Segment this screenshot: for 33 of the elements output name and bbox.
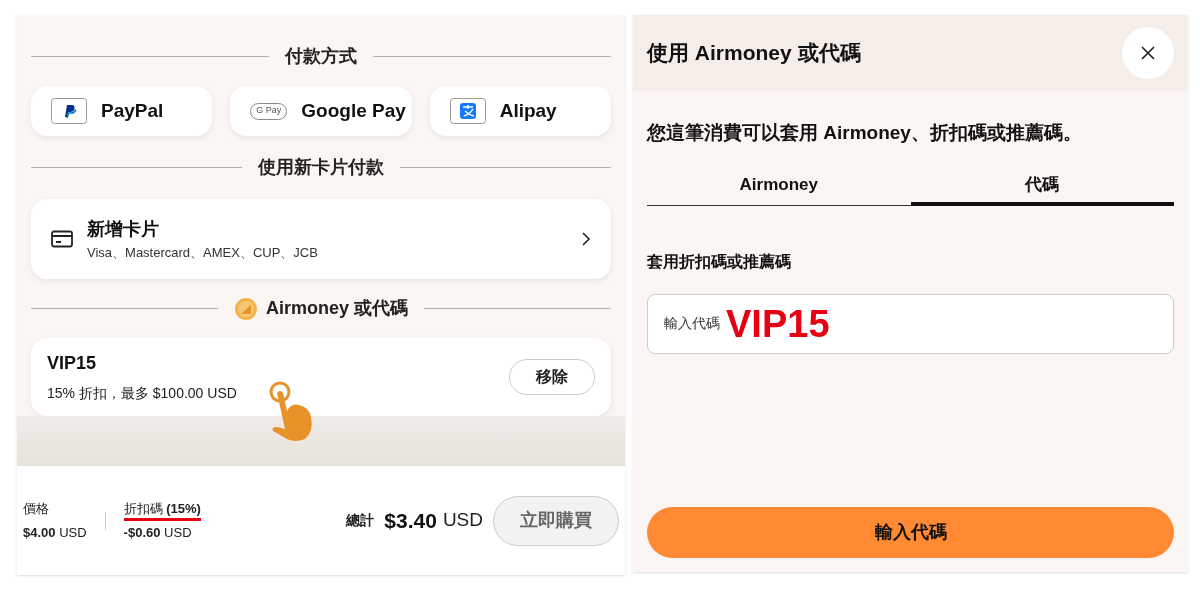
wallet-button[interactable]: G Pay Google Pay <box>230 86 412 136</box>
credit-card-icon <box>51 230 73 248</box>
add-card-button[interactable]: 新增卡片 Visa、Mastercard、AMEX、CUP、JCB <box>31 199 611 279</box>
wallet-button[interactable]: Alipay <box>429 86 611 136</box>
submit-code-button[interactable]: 輸入代碼 <box>647 507 1174 558</box>
summary-label: 價格 <box>23 499 50 518</box>
chevron-right-icon <box>581 232 591 246</box>
wallet-button[interactable]: PayPal <box>31 86 213 136</box>
close-icon <box>1141 46 1155 60</box>
dialog-title: 使用 Airmoney 或代碼 <box>647 40 861 67</box>
section-heading: 使用新卡片付款 <box>258 156 384 179</box>
summary-label: 折扣碼 (15%) <box>123 498 201 521</box>
dialog-intro: 您這筆消費可以套用 Airmoney、折扣碼或推薦碼。 <box>647 121 1083 145</box>
remove-button[interactable]: 移除 <box>509 359 595 395</box>
section-heading: Airmoney 或代碼 <box>266 297 408 320</box>
field-heading: 套用折扣碼或推薦碼 <box>647 251 792 272</box>
card-title: 新增卡片 <box>87 217 160 241</box>
total-currency: USD <box>442 508 483 533</box>
google-pay-logo: G Pay <box>250 102 288 120</box>
summary-amount: -$0.60 USD <box>123 524 193 542</box>
coin-icon <box>234 296 258 321</box>
total-label: 總計 <box>346 511 375 530</box>
total-amount: $3.40 <box>384 507 437 534</box>
summary-amount: $4.00 USD <box>23 524 87 542</box>
card-types: Visa、Mastercard、AMEX、CUP、JCB <box>87 243 319 262</box>
paypal-logo-icon <box>51 98 87 124</box>
close-button[interactable] <box>1122 27 1174 79</box>
code-description: 15% 折扣，最多 $100.00 USD <box>47 384 238 403</box>
code-title: VIP15 <box>47 352 98 375</box>
section-heading: 付款方式 <box>285 45 357 68</box>
tab[interactable]: Airmoney <box>647 167 911 206</box>
tab[interactable]: 代碼 <box>910 167 1174 206</box>
alipay-logo-icon <box>449 98 486 124</box>
